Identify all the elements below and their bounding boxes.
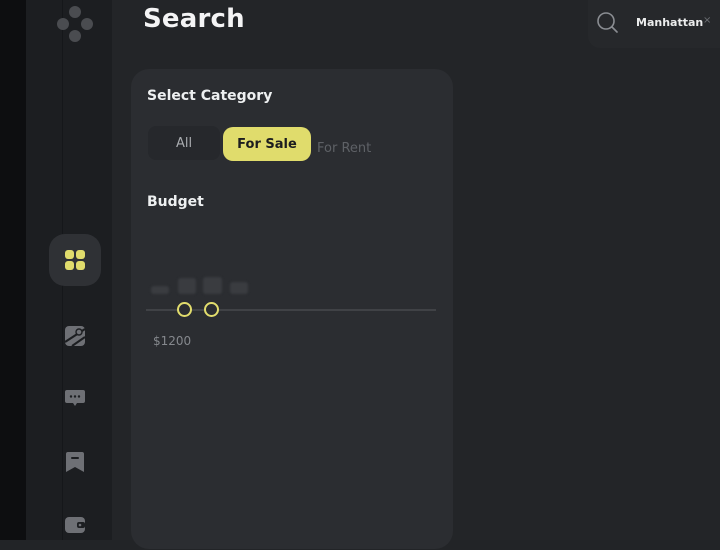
close-icon[interactable]: × [703,15,711,26]
sidebar-item-dashboard[interactable] [49,234,101,286]
bookmark-icon [66,452,84,472]
budget-min-price: $1200 [153,334,192,348]
histogram-bar [230,282,248,294]
sidebar-item-saved[interactable] [49,436,101,488]
search-chip[interactable]: Manhattan [630,11,703,33]
category-for-rent-button[interactable]: For Rent [317,141,371,156]
search-icon[interactable] [596,11,618,33]
chat-icon [65,390,85,406]
wallet-icon [65,517,85,533]
grid-icon [65,250,85,270]
budget-min-handle[interactable] [177,302,192,317]
category-all-button[interactable]: All [148,126,220,160]
category-title: Select Category [147,88,273,104]
map-icon [64,326,86,347]
app-logo-icon[interactable] [55,4,95,44]
histogram-bar [203,277,222,294]
search-chip-label: Manhattan [636,15,704,29]
page-title: Search [143,4,245,34]
budget-max-handle[interactable] [204,302,219,317]
category-for-sale-button[interactable]: For Sale [223,127,311,161]
histogram-bar [178,278,196,294]
histogram-bar [151,286,169,294]
sidebar-item-map[interactable] [49,310,101,362]
budget-title: Budget [147,194,204,210]
sidebar-item-wallet[interactable] [49,498,101,550]
window-edge [0,0,26,540]
sidebar-item-messages[interactable] [49,372,101,424]
